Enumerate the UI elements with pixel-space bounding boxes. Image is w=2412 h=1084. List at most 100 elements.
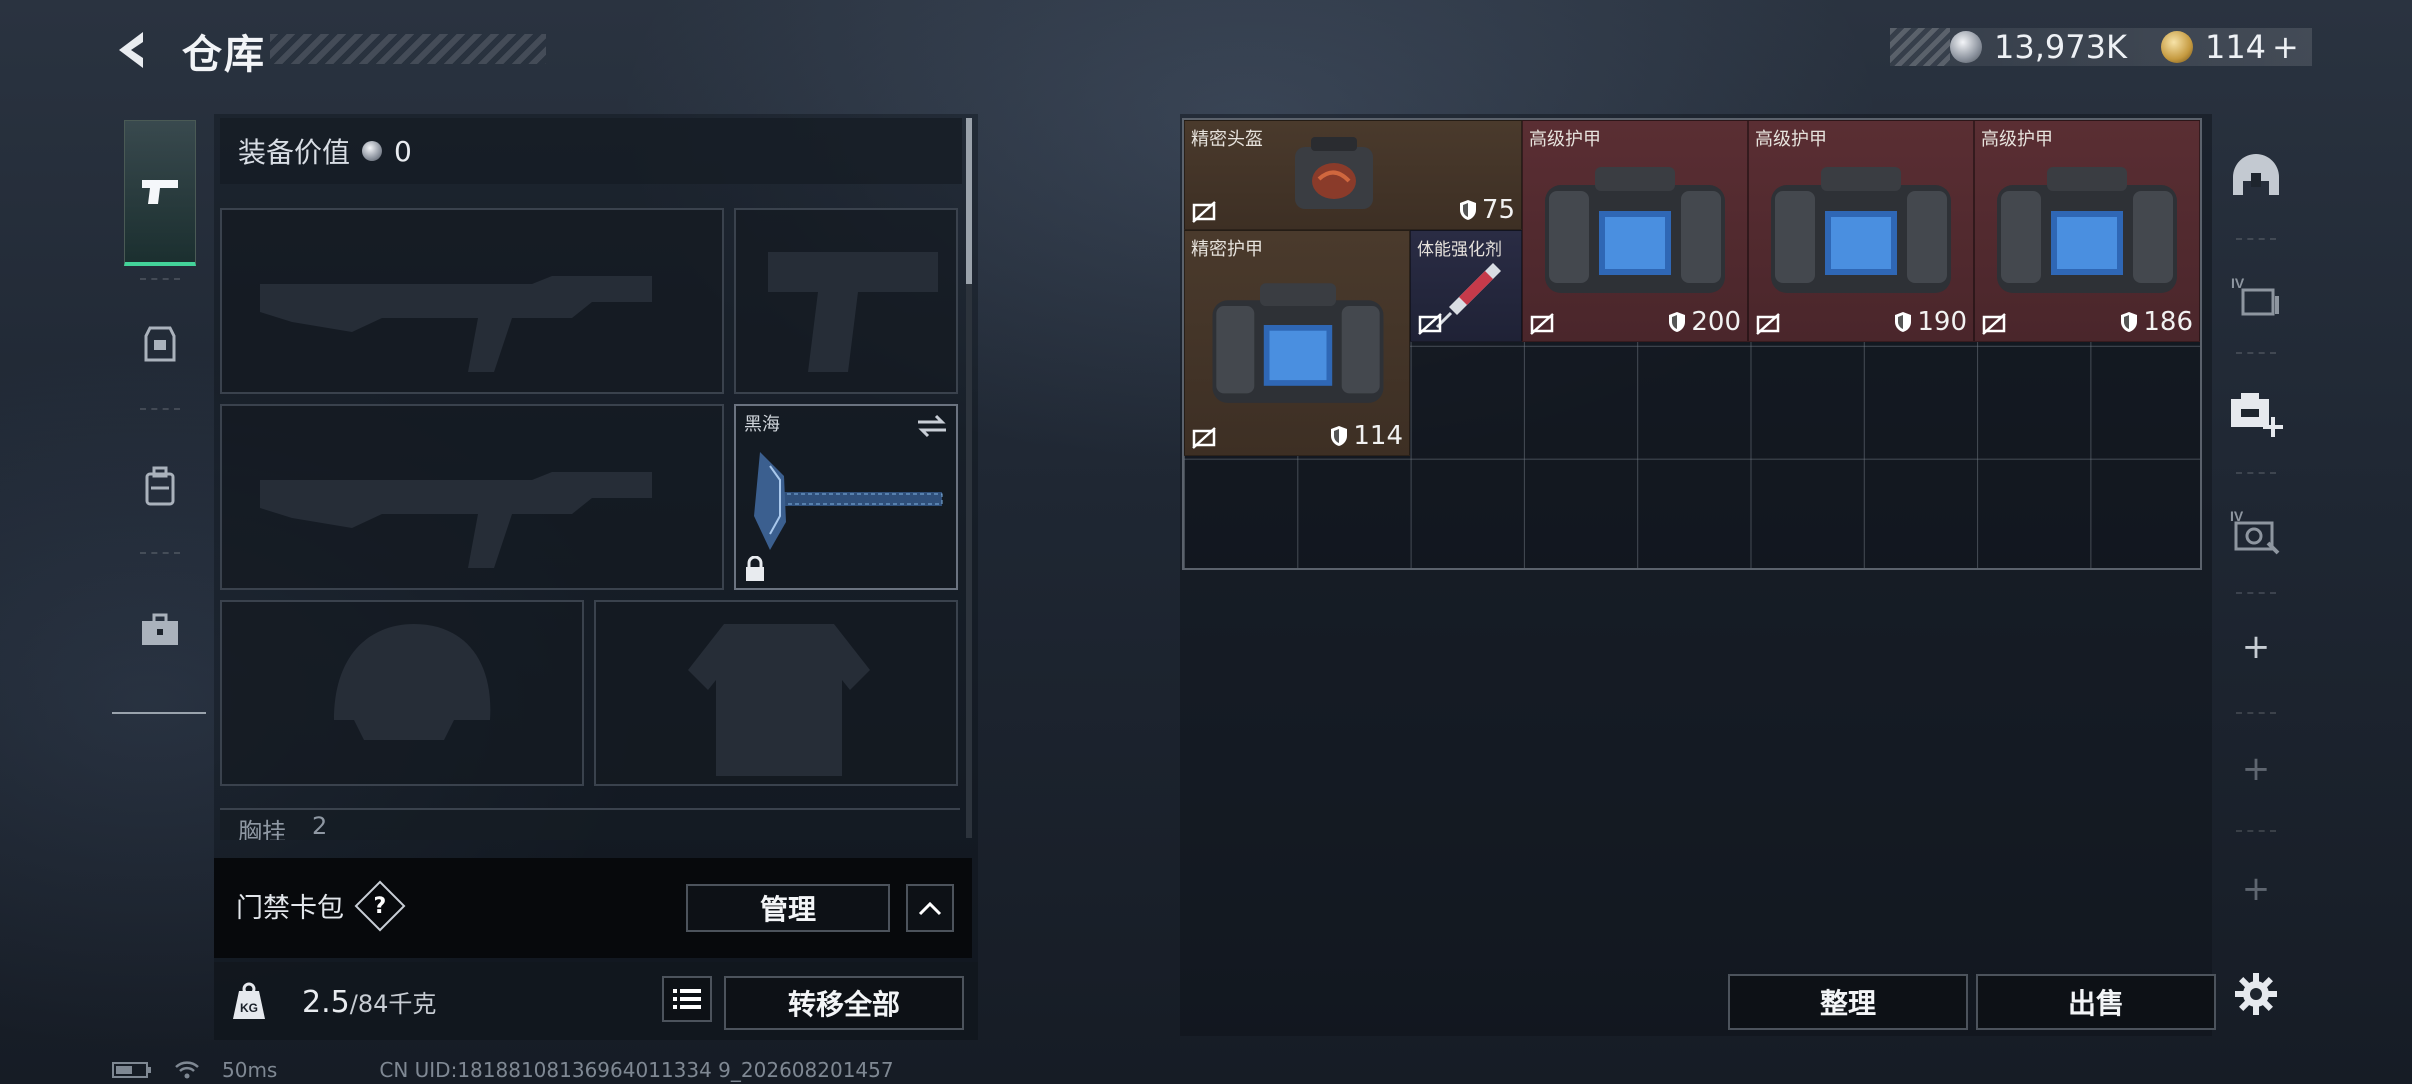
durability: 114: [1330, 421, 1403, 451]
item-name: 高级护甲: [1981, 129, 2053, 150]
shield-icon: [2121, 312, 2138, 332]
shield-icon: [1669, 312, 1686, 332]
back-button[interactable]: [108, 26, 158, 74]
swap-icon[interactable]: [916, 412, 948, 440]
tab-backpack[interactable]: [124, 426, 196, 546]
no-trade-icon: [1756, 313, 1780, 335]
sell-button[interactable]: 出售: [1976, 974, 2216, 1030]
item-name: 高级护甲: [1529, 129, 1601, 150]
add-slot-button-locked[interactable]: +: [2220, 724, 2292, 814]
settings-button[interactable]: [2220, 944, 2292, 1044]
no-trade-icon: [1192, 201, 1216, 223]
side-tab-stash-iv[interactable]: IV: [2220, 242, 2292, 354]
battery-icon: [112, 1062, 151, 1078]
melee-slot[interactable]: 黑海: [734, 404, 958, 590]
chest-rig-row[interactable]: 胸挂 2: [220, 808, 960, 840]
helmet-slot[interactable]: [220, 600, 584, 786]
silver-coin-icon: [1950, 31, 1982, 63]
melee-name: 黑海: [744, 414, 780, 435]
side-separator: [2236, 712, 2276, 714]
gold-coin-icon: [2160, 31, 2193, 63]
currency-bar: 13,973K 114 +: [1890, 28, 2312, 66]
keycard-label: 门禁卡包: [236, 893, 344, 924]
tab-case[interactable]: [124, 568, 196, 692]
no-trade-icon: [1418, 313, 1442, 335]
durability: 75: [1459, 195, 1515, 225]
axe-icon: [754, 452, 943, 550]
gear-icon: [2235, 973, 2277, 1015]
sidearm-slot[interactable]: [734, 208, 958, 394]
help-glyph: ?: [373, 893, 387, 919]
side-separator: [2236, 592, 2276, 594]
backpack-icon: [145, 466, 175, 506]
transfer-all-button[interactable]: 转移全部: [724, 976, 964, 1030]
stash-item-helmet[interactable]: 精密头盔 75: [1184, 120, 1522, 230]
stash-item-armor-3[interactable]: 高级护甲 186: [1974, 120, 2200, 342]
primary-weapon-slot-1[interactable]: [220, 208, 724, 394]
silver-amount: 13,973K: [1994, 28, 2127, 66]
durability-value: 190: [1917, 307, 1967, 337]
stash-item-armor-1[interactable]: 高级护甲 200: [1522, 120, 1748, 342]
weight-max: 84: [357, 990, 389, 1018]
stash-item-armor-2[interactable]: 高级护甲 190: [1748, 120, 1974, 342]
shield-icon: [1459, 200, 1476, 220]
add-slot-button-locked[interactable]: +: [2220, 844, 2292, 934]
svg-text:KG: KG: [240, 1001, 258, 1015]
pistol-icon: [142, 179, 178, 204]
manage-button[interactable]: 管理: [686, 884, 890, 932]
add-slot-button[interactable]: +: [2220, 602, 2292, 692]
tab-weapons[interactable]: [124, 120, 196, 266]
status-bar: 50ms CN UID:18188108136964011334 9_20260…: [112, 1058, 894, 1082]
durability: 186: [2120, 307, 2193, 337]
side-separator: [2236, 472, 2276, 474]
add-gold-button[interactable]: +: [2272, 28, 2299, 66]
armor-bag-icon: [1212, 283, 1384, 403]
primary-weapon-slot-2[interactable]: [220, 404, 724, 590]
durability-value: 200: [1691, 307, 1741, 337]
weight-current: 2.5: [302, 985, 350, 1020]
no-trade-icon: [1192, 427, 1216, 449]
equip-value-amount: 0: [394, 134, 412, 168]
body-armor-slot[interactable]: [594, 600, 958, 786]
sort-button[interactable]: 整理: [1728, 974, 1968, 1030]
loadout-scroll-thumb[interactable]: [966, 118, 972, 284]
stash-item-stim[interactable]: 体能强化剂: [1410, 230, 1522, 342]
tab-separator: [140, 278, 180, 280]
collapse-button[interactable]: [906, 884, 954, 932]
title-stripe: [270, 34, 546, 64]
currency-stripe: [1890, 28, 1950, 66]
side-tab-add-stash[interactable]: [2220, 358, 2292, 470]
item-name: 精密头盔: [1191, 129, 1263, 150]
toolbox-icon: [142, 613, 178, 645]
side-tab-stash-iv-settings[interactable]: IV: [2220, 476, 2292, 588]
side-tab-helmet[interactable]: [2220, 120, 2292, 232]
tab-gear[interactable]: [124, 294, 196, 394]
durability: 200: [1668, 307, 1741, 337]
stash-item-precision-armor[interactable]: 精密护甲 114: [1184, 230, 1410, 456]
pistol-silhouette-icon: [768, 252, 938, 372]
weight-unit: 千克: [388, 990, 437, 1018]
plus-icon: +: [2241, 749, 2271, 789]
helmet-icon: [2233, 154, 2279, 195]
side-separator: [2236, 830, 2276, 832]
list-view-button[interactable]: [662, 976, 712, 1022]
durability: 190: [1894, 307, 1967, 337]
armor-silhouette-icon: [688, 624, 870, 776]
equip-value-label: 装备价值: [238, 136, 351, 169]
stash-iv-icon: IV: [2231, 275, 2279, 316]
durability-value: 186: [2143, 307, 2193, 337]
add-stash-icon: [2231, 393, 2283, 437]
equip-value-bar: 装备价值 0: [220, 118, 962, 184]
chevron-up-icon: [918, 901, 942, 916]
armor-icon: [144, 326, 176, 362]
rifle-silhouette-icon: [260, 276, 652, 372]
helmet-bag-icon: [1295, 137, 1373, 209]
wifi-icon: [175, 1061, 199, 1079]
tab-separator: [140, 408, 180, 410]
no-trade-icon: [1982, 313, 2006, 335]
armor-bag-icon: [1545, 167, 1725, 293]
uid-text: CN UID:18188108136964011334 9_2026082014…: [379, 1058, 894, 1082]
list-icon: [673, 989, 701, 1009]
back-arrow-icon: [119, 32, 143, 68]
weight-kg-icon: KG: [226, 978, 272, 1024]
